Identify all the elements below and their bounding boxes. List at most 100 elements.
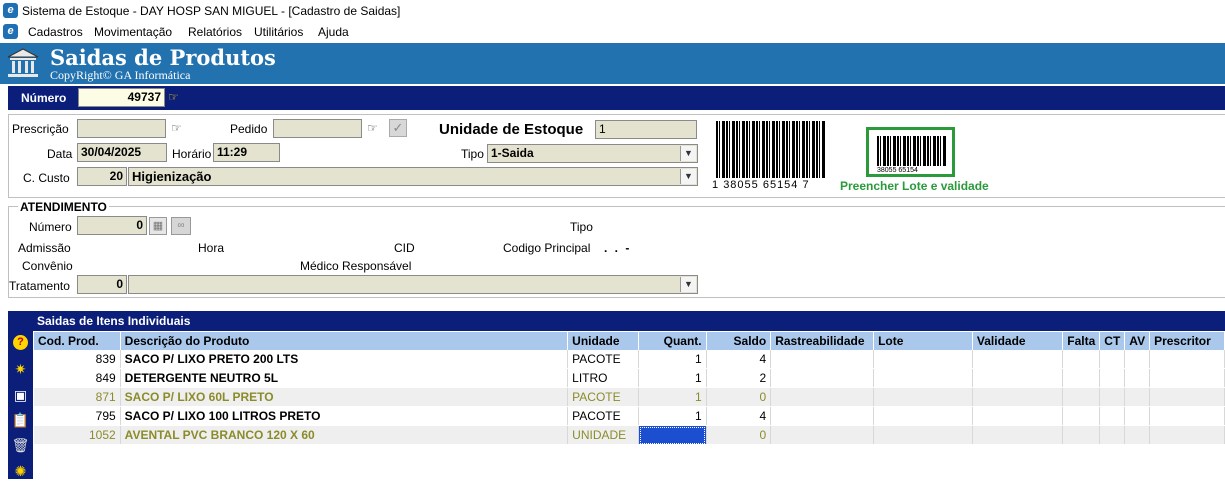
cell-validade[interactable] [972,368,1064,388]
tipo-select[interactable]: 1-Saida ▼ [487,144,698,163]
menu-utilitarios[interactable]: Utilitários [254,25,303,39]
col-rastreabilidade[interactable]: Rastreabilidade [770,332,875,350]
pedido-field[interactable] [273,119,362,138]
cell-rastreabilidade[interactable] [770,350,875,369]
cell-desc[interactable]: SACO P/ LIXO 60L PRETO [120,387,569,407]
col-unidade[interactable]: Unidade [567,332,640,350]
pedido-lookup-icon[interactable]: ☞ [367,121,378,135]
tratamento-code-field[interactable]: 0 [77,275,127,294]
cell-quant[interactable]: 1 [638,368,707,388]
col-cod-prod[interactable]: Cod. Prod. [34,332,121,350]
cell-rastreabilidade[interactable] [770,387,875,407]
cell-validade[interactable] [972,387,1064,407]
table-row[interactable]: 1052 AVENTAL PVC BRANCO 120 X 60 UNIDADE… [34,425,1225,445]
chevron-down-icon[interactable]: ▼ [680,277,696,292]
cell-saldo[interactable]: 4 [706,406,772,426]
cell-ct[interactable] [1099,387,1126,407]
cell-validade[interactable] [972,350,1064,369]
cell-desc[interactable]: AVENTAL PVC BRANCO 120 X 60 [120,425,569,445]
cell-desc[interactable]: SACO P/ LIXO PRETO 200 LTS [120,350,569,369]
cell-falta[interactable] [1062,368,1101,388]
cell-desc[interactable]: SACO P/ LIXO 100 LITROS PRETO [120,406,569,426]
chevron-down-icon[interactable]: ▼ [680,146,696,161]
cell-falta[interactable] [1062,406,1101,426]
cell-av[interactable] [1124,406,1151,426]
cell-av[interactable] [1124,350,1151,369]
cell-av[interactable] [1124,425,1151,445]
cell-lote[interactable] [873,387,973,407]
calendar-icon[interactable]: ▦ [149,217,167,235]
cell-ct[interactable] [1099,425,1126,445]
cell-quant-selected[interactable] [638,425,707,445]
cell-validade[interactable] [972,425,1064,445]
tratamento-select[interactable]: ▼ [128,275,698,294]
cell-prescritor[interactable] [1149,406,1225,426]
cell-cod[interactable]: 795 [34,406,121,426]
cell-falta[interactable] [1062,425,1101,445]
cell-desc[interactable]: DETERGENTE NEUTRO 5L [120,368,569,388]
cell-ct[interactable] [1099,406,1126,426]
menu-cadastros[interactable]: Cadastros [28,25,83,39]
mdi-icon[interactable]: e [3,24,18,39]
cell-lote[interactable] [873,368,973,388]
numero-field[interactable]: 49737 [78,88,165,107]
cell-quant[interactable]: 1 [638,406,707,426]
menu-ajuda[interactable]: Ajuda [318,25,349,39]
cell-unidade[interactable]: PACOTE [567,350,640,369]
help-icon[interactable]: ? [13,335,28,350]
table-row[interactable]: 839 SACO P/ LIXO PRETO 200 LTS PACOTE 1 … [34,350,1225,369]
col-av[interactable]: AV [1124,332,1151,350]
cell-prescritor[interactable] [1149,350,1225,369]
prescricao-field[interactable] [77,119,166,138]
cell-unidade[interactable]: LITRO [567,368,640,388]
col-ct[interactable]: CT [1099,332,1126,350]
cell-cod[interactable]: 839 [34,350,121,369]
cell-saldo[interactable]: 0 [706,387,772,407]
atendimento-numero-field[interactable]: 0 [77,216,147,235]
cell-unidade[interactable]: PACOTE [567,387,640,407]
confirm-check-icon[interactable]: ✓ [389,119,407,137]
custo-code-field[interactable]: 20 [77,167,127,186]
data-field[interactable]: 30/04/2025 [77,143,167,162]
cell-cod[interactable]: 849 [34,368,121,388]
prescricao-lookup-icon[interactable]: ☞ [171,121,182,135]
save-icon[interactable]: ▣ [11,386,30,405]
cell-av[interactable] [1124,368,1151,388]
cell-quant[interactable]: 1 [638,387,707,407]
col-validade[interactable]: Validade [972,332,1064,350]
chevron-down-icon[interactable]: ▼ [680,169,696,184]
cell-prescritor[interactable] [1149,425,1225,445]
trash-icon[interactable]: 🗑 [11,436,30,455]
new-record-icon[interactable]: ✷ [11,360,30,379]
cell-cod[interactable]: 1052 [34,425,121,445]
clipboard-icon[interactable]: 📋 [11,411,30,430]
col-lote[interactable]: Lote [873,332,973,350]
cell-saldo[interactable]: 0 [706,425,772,445]
cell-cod[interactable]: 871 [34,387,121,407]
cell-unidade[interactable]: UNIDADE [567,425,640,445]
cell-ct[interactable] [1099,368,1126,388]
settings-icon[interactable]: ✺ [11,462,30,481]
cell-falta[interactable] [1062,350,1101,369]
cell-saldo[interactable]: 4 [706,350,772,369]
cell-lote[interactable] [873,425,973,445]
table-row[interactable]: 795 SACO P/ LIXO 100 LITROS PRETO PACOTE… [34,406,1225,426]
binoculars-icon[interactable]: ∞ [171,217,191,235]
cell-prescritor[interactable] [1149,368,1225,388]
cell-lote[interactable] [873,350,973,369]
col-quant[interactable]: Quant. [638,332,707,350]
col-saldo[interactable]: Saldo [706,332,772,350]
custo-select[interactable]: Higienização ▼ [128,167,698,186]
table-row[interactable]: 849 DETERGENTE NEUTRO 5L LITRO 1 2 [34,368,1225,388]
cell-ct[interactable] [1099,350,1126,369]
cell-validade[interactable] [972,406,1064,426]
col-falta[interactable]: Falta [1062,332,1101,350]
table-row[interactable]: 871 SACO P/ LIXO 60L PRETO PACOTE 1 0 [34,387,1225,407]
horario-field[interactable]: 11:29 [213,143,280,162]
pointer-hand-icon[interactable]: ☞ [168,90,179,104]
cell-lote[interactable] [873,406,973,426]
col-prescritor[interactable]: Prescritor [1149,332,1225,350]
cell-rastreabilidade[interactable] [770,425,875,445]
unidade-estoque-field[interactable]: 1 [595,120,697,139]
cell-unidade[interactable]: PACOTE [567,406,640,426]
